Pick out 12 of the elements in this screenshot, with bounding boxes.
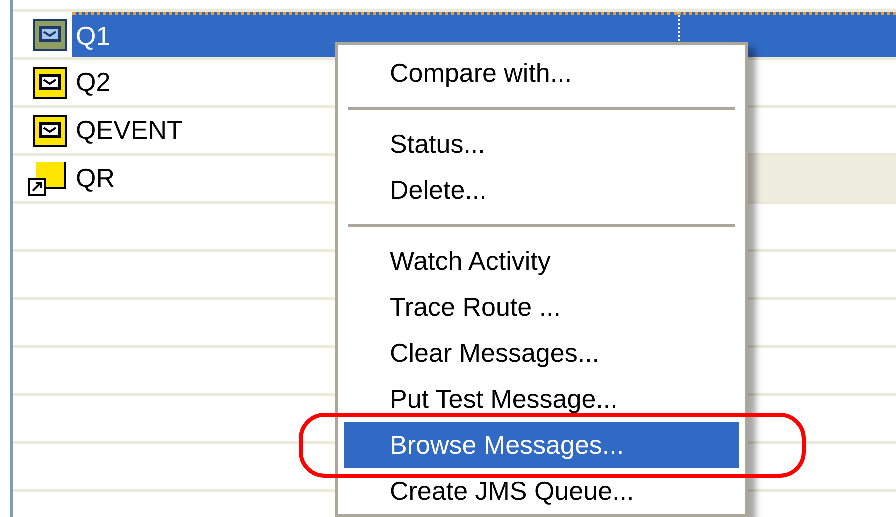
menu-item[interactable]: Trace Route ... xyxy=(344,284,739,330)
menu-item[interactable]: Status... xyxy=(344,121,739,167)
menu-item[interactable]: Watch Activity xyxy=(344,238,739,284)
menu-item[interactable]: Put Test Message... xyxy=(344,376,739,422)
queue-icon xyxy=(33,18,67,50)
menu-item[interactable]: Create JMS Queue... xyxy=(344,468,739,514)
queue-icon xyxy=(33,66,67,98)
remote-queue-icon xyxy=(27,160,67,196)
queue-icon xyxy=(33,114,67,146)
menu-item[interactable]: Clear Messages... xyxy=(344,330,739,376)
menu-item[interactable]: Delete... xyxy=(344,167,739,213)
menu-item[interactable]: Browse Messages... xyxy=(344,422,739,468)
